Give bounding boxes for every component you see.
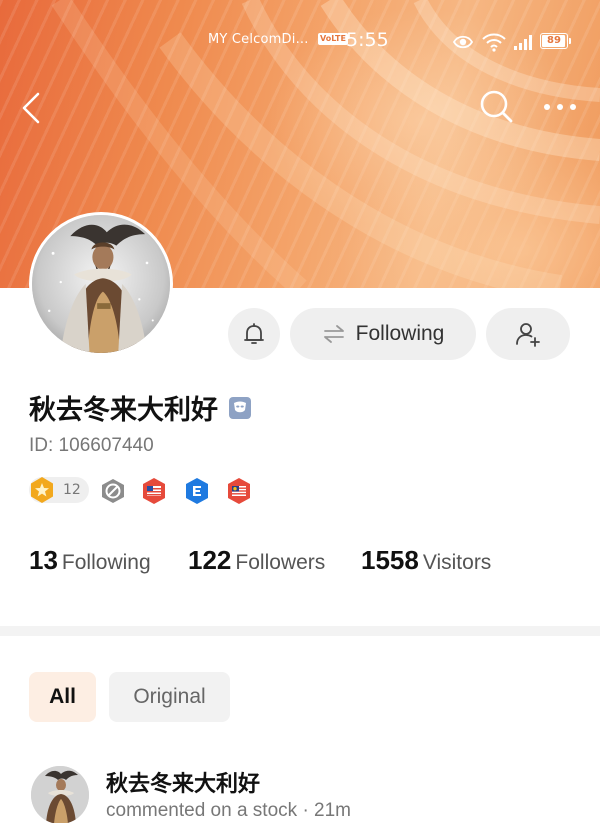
level-badge[interactable]: 12 [29,477,89,503]
user-id: ID: 106607440 [29,435,154,456]
clock: 5:55 [346,29,389,51]
tab-original[interactable]: Original [109,672,230,722]
status-bar: MY CelcomDi... VoLTE 5:55 89 [0,26,600,56]
following-button[interactable]: Following [290,308,476,360]
feed-item-avatar[interactable] [31,766,89,823]
stat-value: 13 [29,545,58,575]
profile-avatar[interactable] [29,212,173,356]
swap-arrows-icon [323,325,344,343]
shield-badge-icon[interactable] [99,477,127,505]
us-flag-badge-icon[interactable] [140,476,168,506]
profile-name-row: 秋去冬来大利好 [29,388,252,427]
my-flag-badge-icon[interactable] [225,476,253,506]
add-friend-button[interactable] [486,308,570,360]
section-divider [0,626,600,636]
stat-visitors[interactable]: 1558 Visitors [361,545,491,576]
avatar-portrait [32,215,170,353]
search-icon[interactable] [478,88,514,124]
exchange-badge-icon[interactable] [183,476,211,506]
battery-icon: 89 [540,33,568,49]
signal-icon [514,35,532,50]
following-button-label: Following [355,322,445,345]
stat-value: 122 [188,545,232,575]
verified-mask-icon[interactable] [228,396,252,420]
bell-icon [244,323,264,344]
more-horizontal-icon[interactable] [540,96,580,118]
badge-row: 12 [29,475,329,507]
profile-name: 秋去冬来大利好 [29,395,218,426]
stat-followers[interactable]: 122 Followers [188,545,325,576]
carrier-name: MY CelcomDi... [208,32,309,47]
add-user-icon [516,323,540,347]
feed-item-time: 21m [314,800,352,821]
feed-item-author[interactable]: 秋去冬来大利好 [106,766,260,798]
eye-icon [452,35,474,49]
stat-label: Following [61,551,151,574]
volte-badge: VoLTE [318,33,348,45]
stat-value: 1558 [361,545,419,575]
feed-item-meta: commented on a stock · 21m [106,800,351,822]
stat-label: Followers [235,551,326,574]
avatar-portrait-small [31,766,89,823]
stat-following[interactable]: 13 Following [29,545,151,576]
battery-level: 89 [547,35,561,46]
chevron-left-icon[interactable] [18,90,46,126]
stat-label: Visitors [422,551,492,574]
feed-item-action: commented on a stock [106,800,298,821]
battery-tip [569,38,571,44]
feed-item-separator: · [302,800,309,821]
wifi-icon [482,33,506,52]
level-number: 12 [63,482,81,498]
notification-bell-button[interactable] [228,308,280,360]
tab-all[interactable]: All [29,672,96,722]
level-star-icon [31,477,53,503]
